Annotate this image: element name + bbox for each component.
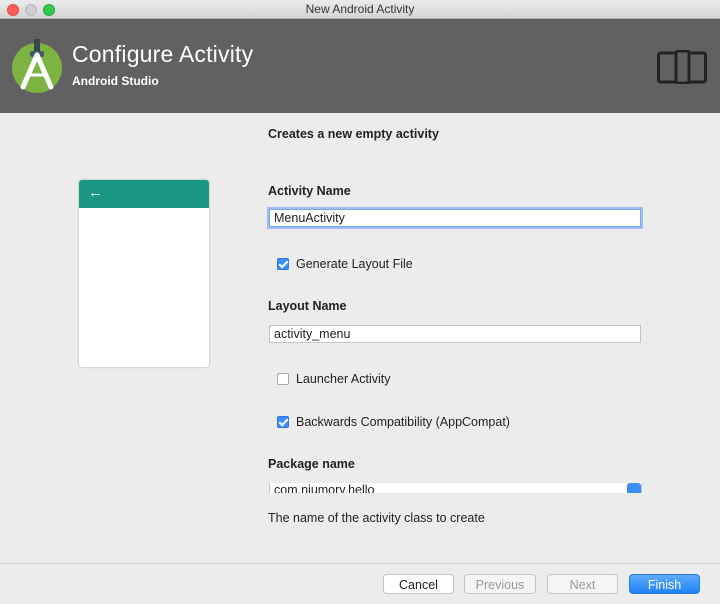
- generate-layout-checkbox[interactable]: [277, 258, 289, 270]
- field-hint: The name of the activity class to create: [268, 511, 485, 525]
- zoom-window-button[interactable]: [43, 4, 55, 16]
- wizard-header: Configure Activity Android Studio: [0, 19, 720, 113]
- close-window-button[interactable]: [7, 4, 19, 16]
- package-name-label: Package name: [268, 457, 355, 471]
- page-title: Configure Activity: [72, 41, 254, 67]
- phone-tablet-icon: [657, 50, 707, 84]
- activity-name-input[interactable]: [269, 209, 641, 227]
- backwards-compat-checkbox[interactable]: [277, 416, 289, 428]
- arrow-left-icon: ←: [88, 184, 103, 201]
- backwards-compat-label: Backwards Compatibility (AppCompat): [296, 415, 510, 429]
- finish-button[interactable]: Finish: [629, 574, 700, 594]
- package-name-value[interactable]: com.niumory.hello: [269, 483, 642, 493]
- wizard-content: ← Creates a new empty activity Activity …: [0, 113, 720, 563]
- previous-button[interactable]: Previous: [464, 574, 536, 594]
- wizard-footer: Cancel Previous Next Finish: [0, 563, 720, 604]
- launcher-activity-checkbox[interactable]: [277, 373, 289, 385]
- page-subtitle: Android Studio: [72, 74, 159, 88]
- activity-name-label: Activity Name: [268, 184, 351, 198]
- chevron-down-icon[interactable]: [627, 483, 641, 493]
- window-title: New Android Activity: [305, 2, 415, 16]
- launcher-activity-label: Launcher Activity: [296, 372, 391, 386]
- layout-name-input[interactable]: [269, 325, 641, 343]
- generate-layout-checkbox-row[interactable]: Generate Layout File: [277, 256, 413, 272]
- cancel-button[interactable]: Cancel: [383, 574, 454, 594]
- android-studio-logo-icon: [12, 39, 62, 93]
- minimize-window-button[interactable]: [25, 4, 37, 16]
- preview-app-bar: ←: [79, 180, 209, 208]
- window-titlebar: New Android Activity: [0, 0, 720, 19]
- activity-preview: ←: [79, 180, 209, 367]
- next-button[interactable]: Next: [547, 574, 618, 594]
- layout-name-label: Layout Name: [268, 299, 347, 313]
- launcher-activity-checkbox-row[interactable]: Launcher Activity: [277, 371, 391, 387]
- package-name-combo[interactable]: com.niumory.hello: [269, 483, 642, 493]
- generate-layout-label: Generate Layout File: [296, 257, 413, 271]
- description-text: Creates a new empty activity: [268, 127, 439, 141]
- backwards-compat-checkbox-row[interactable]: Backwards Compatibility (AppCompat): [277, 414, 510, 430]
